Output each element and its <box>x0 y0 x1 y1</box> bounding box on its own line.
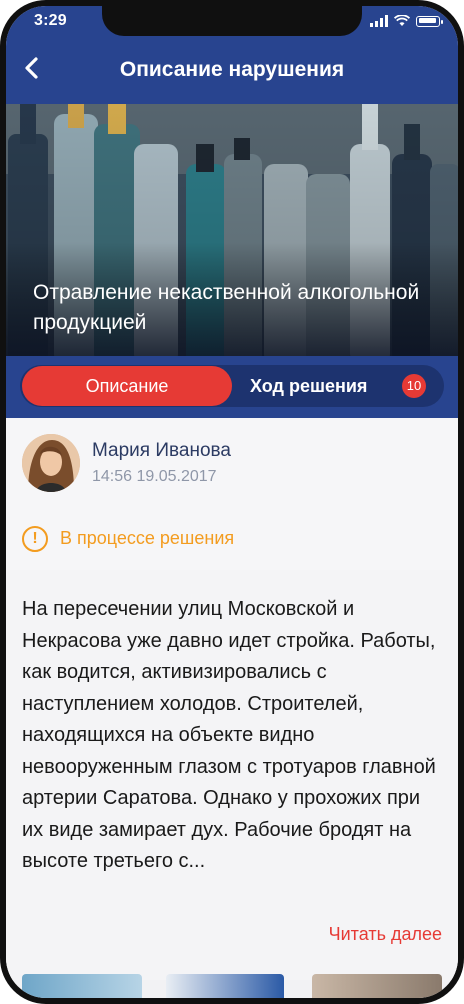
author-name: Мария Иванова <box>92 440 231 461</box>
hero-caption: Отравление некаственной алкогольной прод… <box>33 281 420 334</box>
status-row: ! В процессе решения <box>6 508 458 571</box>
status-icons <box>370 15 443 27</box>
phone-frame: 3:29 Описание нарушения Отравление некас… <box>0 0 464 1004</box>
screen: 3:29 Описание нарушения Отравление некас… <box>6 6 458 998</box>
author-row: Мария Иванова 14:56 19.05.2017 <box>6 418 458 509</box>
top-bar: 3:29 Описание нарушения <box>6 6 458 104</box>
battery-icon <box>416 15 443 27</box>
tab-bar: Описание Ход решения 10 <box>6 356 458 418</box>
tab-progress[interactable]: Ход решения 10 <box>238 366 444 406</box>
read-more-link[interactable]: Читать далее <box>329 924 442 945</box>
device-notch <box>102 6 362 36</box>
signal-icon <box>370 15 388 27</box>
avatar[interactable] <box>22 434 80 492</box>
photo-strip <box>6 974 458 998</box>
progress-count-badge: 10 <box>402 374 426 398</box>
alert-circle-icon: ! <box>22 526 48 552</box>
photo-thumbnail[interactable] <box>22 974 142 998</box>
tab-description[interactable]: Описание <box>22 366 232 406</box>
hero-image: Отравление некаственной алкогольной прод… <box>6 104 458 356</box>
tab-progress-label: Ход решения <box>250 376 368 396</box>
status-text: В процессе решения <box>60 528 235 548</box>
avatar-image <box>22 434 80 492</box>
description-text: На пересечении улиц Московской и Некрасо… <box>22 598 436 872</box>
photo-thumbnail[interactable] <box>166 974 284 998</box>
status-time: 3:29 <box>34 12 67 29</box>
description-section: На пересечении улиц Московской и Некрасо… <box>6 570 458 980</box>
page-title: Описание нарушения <box>119 58 345 81</box>
photo-thumbnail[interactable] <box>312 974 442 998</box>
wifi-icon <box>394 15 410 26</box>
post-timestamp: 14:56 19.05.2017 <box>92 468 217 485</box>
